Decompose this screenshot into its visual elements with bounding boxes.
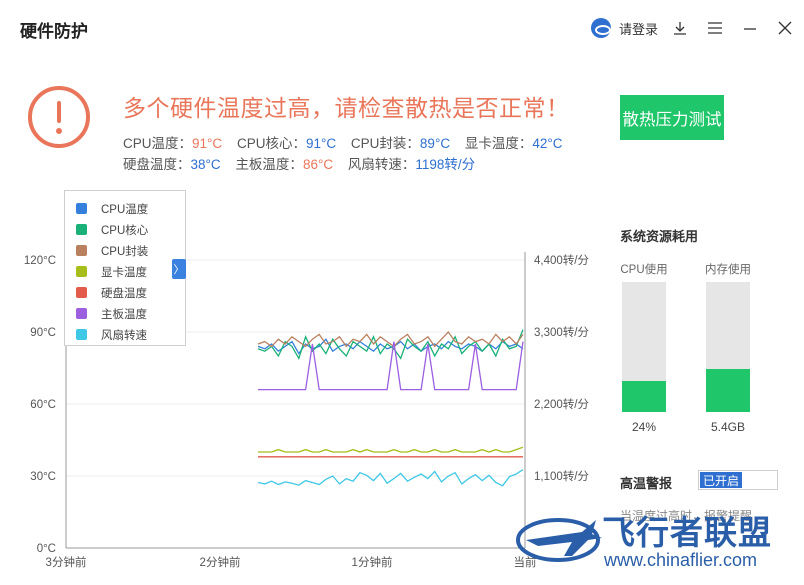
cpu-core-value: 91°C (305, 136, 337, 151)
memory-usage-label: 内存使用 (705, 264, 751, 276)
board-temp-value: 86°C (302, 157, 334, 172)
cpu-temp-label: CPU温度： (123, 136, 193, 151)
legend-swatch (76, 308, 87, 319)
watermark-brand: 飞行者联盟 (602, 514, 772, 551)
legend-label: CPU封装 (101, 245, 149, 258)
series-line-主板温度 (258, 341, 524, 391)
fan-speed-label: 风扇转速： (347, 157, 416, 172)
legend-swatch (76, 203, 87, 214)
y2-axis-tick-label: 1,100转/分 (534, 469, 589, 483)
y-axis-tick-label: 90°C (30, 327, 56, 339)
close-icon[interactable] (775, 18, 795, 38)
menu-icon[interactable] (705, 18, 725, 38)
y-axis-tick-label: 30°C (30, 471, 56, 483)
y-axis-tick-label: 60°C (30, 399, 56, 411)
y-axis-tick-label: 120°C (24, 255, 56, 267)
alert-title: 多个硬件温度过高，请检查散热是否正常！ (123, 95, 570, 121)
x-axis-tick-label: 1分钟前 (352, 555, 393, 569)
chart-legend: CPU温度 CPU核心 CPU封装 显卡温度 硬盘温度 主板温度 风扇转速 (64, 190, 186, 346)
legend-swatch (76, 329, 87, 340)
high-temp-alert-toggle[interactable]: 已开启 (698, 470, 778, 490)
series-line-风扇转速 (257, 469, 524, 487)
cpu-package-label: CPU封装： (350, 136, 420, 151)
y2-axis-tick-label: 3,300转/分 (534, 325, 589, 339)
watermark: 飞行者联盟 www.chinaflier.com (508, 500, 804, 585)
y-axis-tick-label: 0°C (37, 543, 56, 555)
legend-label: 显卡温度 (101, 266, 147, 279)
legend-item-cpu-temp[interactable]: CPU温度 (65, 198, 185, 219)
disk-temp-value: 38°C (190, 157, 221, 172)
user-avatar-icon (591, 18, 611, 38)
cpu-package-value: 89°C (419, 136, 451, 151)
cpu-usage-value: 24% (631, 420, 657, 434)
legend-item-cpu-package[interactable]: CPU封装 (65, 240, 185, 261)
toggle-state-label: 已开启 (700, 472, 742, 488)
stats-row-1: CPU温度：91°C CPU核心：91°C CPU封装：89°C 显卡温度：42… (123, 132, 574, 152)
series-line-显卡温度 (258, 446, 524, 453)
legend-item-board-temp[interactable]: 主板温度 (65, 303, 185, 324)
y2-axis-tick-label: 4,400转/分 (534, 253, 589, 267)
stats-row-2: 硬盘温度：38°C 主板温度：86°C 风扇转速：1198转/分 (123, 153, 486, 173)
cpu-usage-bar (622, 282, 666, 412)
legend-item-cpu-core[interactable]: CPU核心 (65, 219, 185, 240)
series-line-CPU封装 (257, 330, 524, 348)
board-temp-label: 主板温度： (235, 157, 303, 172)
memory-usage-fill (706, 369, 750, 412)
login-link[interactable]: 请登录 (591, 17, 658, 39)
resources-title: 系统资源耗用 (620, 229, 699, 244)
watermark-url: www.chinaflier.com (604, 550, 758, 570)
memory-usage-value: 5.4GB (710, 420, 746, 434)
minimize-icon[interactable] (740, 18, 760, 38)
legend-collapse-icon[interactable]: 〉 (172, 259, 186, 279)
legend-label: 硬盘温度 (101, 287, 147, 300)
gpu-temp-value: 42°C (532, 136, 563, 151)
memory-usage-bar (706, 282, 750, 412)
airplane-logo-icon (516, 518, 602, 562)
legend-item-gpu-temp[interactable]: 显卡温度 (65, 261, 185, 282)
legend-item-fan-speed[interactable]: 风扇转速 (65, 324, 185, 345)
cpu-core-label: CPU核心： (236, 136, 306, 151)
disk-temp-label: 硬盘温度： (123, 157, 191, 172)
legend-label: 主板温度 (101, 308, 147, 321)
login-label: 请登录 (619, 21, 659, 37)
fan-speed-value: 1198转/分 (415, 157, 476, 172)
legend-swatch (76, 287, 87, 298)
stress-test-button[interactable]: 散热压力测试 (620, 95, 724, 140)
legend-swatch (76, 266, 87, 277)
legend-label: CPU温度 (101, 203, 149, 216)
download-icon[interactable] (670, 18, 690, 38)
x-axis-tick-label: 2分钟前 (200, 555, 241, 569)
cpu-usage-fill (622, 380, 666, 412)
legend-label: 风扇转速 (101, 329, 147, 342)
legend-swatch (76, 245, 87, 256)
warning-icon (28, 86, 90, 148)
y2-axis-tick-label: 2,200转/分 (534, 397, 589, 411)
legend-item-disk-temp[interactable]: 硬盘温度 (65, 282, 185, 303)
legend-swatch (76, 224, 87, 235)
legend-label: CPU核心 (101, 224, 149, 237)
cpu-usage-label: CPU使用 (620, 264, 668, 276)
cpu-temp-value: 91°C (192, 136, 223, 151)
x-axis-tick-label: 3分钟前 (46, 555, 87, 569)
high-temp-alert-label: 高温警报 (620, 476, 673, 491)
title-bar: 硬件防护 请登录 (0, 0, 804, 56)
app-title: 硬件防护 (20, 22, 88, 41)
gpu-temp-label: 显卡温度： (464, 136, 533, 151)
